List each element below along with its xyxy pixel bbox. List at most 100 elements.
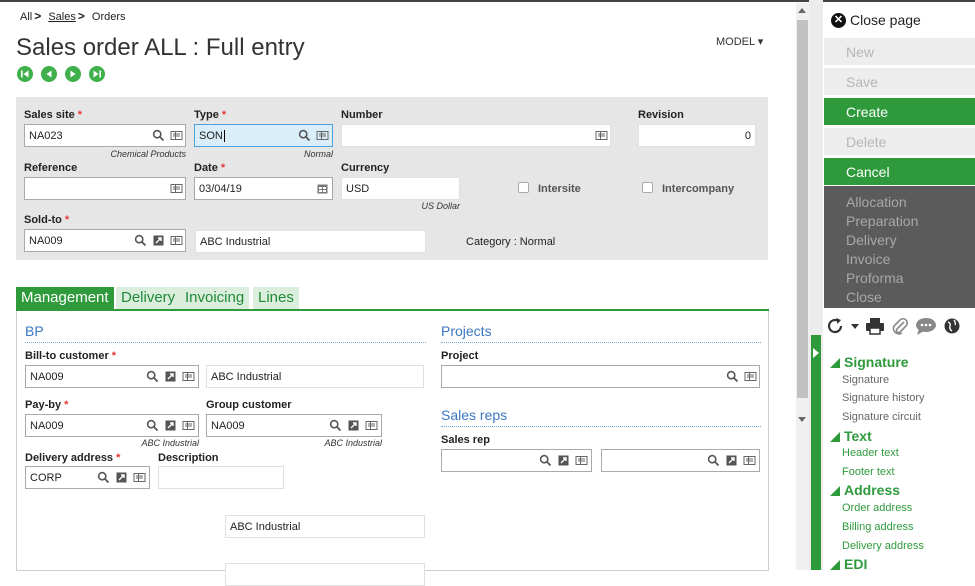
projects-section-divider [441, 342, 761, 343]
close-page-label: Close page [850, 12, 921, 28]
group-customer-field[interactable]: NA009 [206, 414, 382, 437]
action-preparation[interactable]: Preparation [846, 213, 918, 229]
link-order-address[interactable]: Order address [842, 502, 912, 514]
selection-list-icon[interactable] [744, 370, 757, 383]
revision-field[interactable]: 0 [638, 124, 756, 147]
jump-to-icon[interactable] [152, 234, 165, 247]
link-billing-address[interactable]: Billing address [842, 521, 914, 533]
jump-to-icon[interactable] [115, 471, 128, 484]
new-button[interactable]: New [824, 38, 975, 65]
selection-list-icon[interactable] [182, 370, 195, 383]
cancel-button[interactable]: Cancel [824, 158, 975, 185]
delivery-address-field[interactable]: CORP [25, 466, 150, 489]
tab-lines[interactable]: Lines [253, 287, 299, 309]
scrollbar-thumb[interactable] [797, 20, 808, 398]
globe-icon[interactable] [943, 317, 961, 335]
address-name-field[interactable]: ABC Industrial [225, 515, 425, 538]
type-field[interactable]: SON [194, 124, 333, 147]
link-header-text[interactable]: Header text [842, 447, 899, 459]
intersite-checkbox[interactable] [518, 182, 529, 193]
comment-icon[interactable] [915, 316, 937, 336]
jump-to-icon[interactable] [557, 454, 570, 467]
dropdown-caret-icon[interactable] [851, 322, 859, 330]
selection-list-icon[interactable] [182, 419, 195, 432]
selection-list-icon[interactable] [170, 182, 183, 195]
date-field[interactable]: 03/04/19 [194, 177, 333, 200]
breadcrumb-all[interactable]: All [20, 11, 32, 23]
model-menu-button[interactable]: MODEL ▾ [716, 35, 763, 48]
link-footer-text[interactable]: Footer text [842, 466, 895, 478]
description-field[interactable] [158, 466, 284, 489]
search-icon[interactable] [726, 370, 739, 383]
search-icon[interactable] [146, 419, 159, 432]
panel-toolbar [825, 316, 961, 336]
group-address[interactable]: Address [830, 482, 900, 498]
sales-rep-1-field[interactable] [441, 449, 592, 472]
action-allocation[interactable]: Allocation [846, 194, 907, 210]
link-signature-history[interactable]: Signature history [842, 392, 925, 404]
tab-delivery[interactable]: Delivery [116, 287, 181, 309]
search-icon[interactable] [146, 370, 159, 383]
search-icon[interactable] [539, 454, 552, 467]
link-signature[interactable]: Signature [842, 374, 889, 386]
selection-list-icon[interactable] [575, 454, 588, 467]
jump-to-icon[interactable] [725, 454, 738, 467]
delete-button[interactable]: Delete [824, 128, 975, 155]
next-record-icon[interactable] [65, 66, 81, 82]
tab-invoicing[interactable]: Invoicing [180, 287, 250, 309]
expand-arrow-icon[interactable] [813, 348, 819, 358]
project-field[interactable] [441, 365, 760, 388]
currency-field[interactable]: USD [341, 177, 460, 200]
save-button[interactable]: Save [824, 68, 975, 95]
calendar-icon[interactable] [316, 182, 329, 195]
search-icon[interactable] [97, 471, 110, 484]
group-text[interactable]: Text [830, 428, 872, 444]
link-delivery-address[interactable]: Delivery address [842, 540, 924, 552]
selection-list-icon[interactable] [170, 129, 183, 142]
search-icon[interactable] [707, 454, 720, 467]
selection-list-icon[interactable] [316, 129, 329, 142]
jump-to-icon[interactable] [164, 370, 177, 383]
panel-collapse-bar[interactable] [811, 335, 821, 570]
action-close[interactable]: Close [846, 289, 882, 305]
intercompany-checkbox[interactable] [642, 182, 653, 193]
refresh-icon[interactable] [825, 316, 845, 336]
action-delivery[interactable]: Delivery [846, 232, 897, 248]
scroll-up-icon[interactable] [798, 8, 806, 13]
action-invoice[interactable]: Invoice [846, 251, 890, 267]
breadcrumb: All > Sales > Orders [20, 9, 126, 23]
group-signature[interactable]: Signature [830, 354, 909, 370]
print-icon[interactable] [865, 316, 885, 336]
search-icon[interactable] [152, 129, 165, 142]
search-icon[interactable] [329, 419, 342, 432]
breadcrumb-sales[interactable]: Sales [48, 11, 76, 23]
selection-list-icon[interactable] [743, 454, 756, 467]
create-button[interactable]: Create [824, 98, 975, 125]
close-page-button[interactable]: ✕ Close page [831, 12, 921, 28]
action-proforma[interactable]: Proforma [846, 270, 904, 286]
jump-to-icon[interactable] [164, 419, 177, 432]
address-line-field[interactable] [225, 563, 425, 586]
bill-to-field[interactable]: NA009 [25, 365, 199, 388]
sales-rep-2-field[interactable] [601, 449, 760, 472]
sales-site-field[interactable]: NA023 [24, 124, 186, 147]
jump-to-icon[interactable] [347, 419, 360, 432]
selection-list-icon[interactable] [170, 234, 183, 247]
selection-list-icon[interactable] [133, 471, 146, 484]
pay-by-field[interactable]: NA009 [25, 414, 199, 437]
link-signature-circuit[interactable]: Signature circuit [842, 411, 921, 423]
search-icon[interactable] [134, 234, 147, 247]
sold-to-field[interactable]: NA009 [24, 229, 186, 252]
last-record-icon[interactable] [89, 66, 105, 82]
search-icon[interactable] [298, 129, 311, 142]
previous-record-icon[interactable] [41, 66, 57, 82]
first-record-icon[interactable] [17, 66, 33, 82]
number-field[interactable] [341, 124, 611, 147]
reference-field[interactable] [24, 177, 186, 200]
scroll-down-icon[interactable] [798, 417, 806, 422]
tab-management[interactable]: Management [16, 287, 114, 309]
selection-list-icon[interactable] [595, 129, 608, 142]
selection-list-icon[interactable] [365, 419, 378, 432]
attachment-icon[interactable] [891, 316, 909, 336]
collapse-triangle-icon [830, 560, 840, 570]
